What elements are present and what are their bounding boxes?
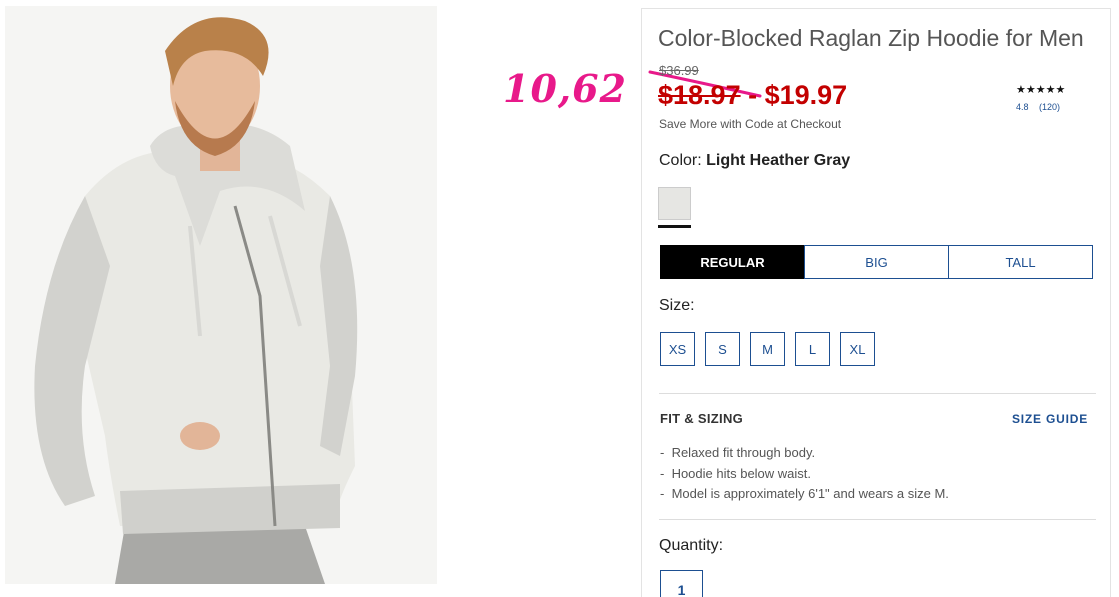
review-count-link[interactable]: (120) (1039, 102, 1060, 112)
sale-price-range: $18.97 - $19.97 (658, 80, 847, 111)
color-label: Color: (659, 152, 707, 169)
list-item: Model is approximately 6'1" and wears a … (660, 484, 949, 505)
list-item: Hoodie hits below waist. (660, 464, 949, 485)
star-rating-icon: ★★★★★ (1016, 84, 1066, 96)
color-swatch[interactable] (658, 187, 691, 220)
size-label: Size: (659, 297, 695, 314)
product-image (5, 6, 437, 584)
size-button-xl[interactable]: XL (840, 332, 875, 366)
color-selection-label: Color: Light Heather Gray (659, 152, 850, 170)
section-divider (659, 519, 1096, 520)
rating-widget[interactable]: ★★★★★ 4.8 (120) (1016, 83, 1086, 112)
tab-tall[interactable]: TALL (948, 245, 1093, 279)
product-title: Color-Blocked Raglan Zip Hoodie for Men (658, 25, 1084, 51)
product-info-panel: Color-Blocked Raglan Zip Hoodie for Men … (641, 8, 1111, 597)
tab-big[interactable]: BIG (804, 245, 949, 279)
fit-type-tabs: REGULAR BIG TALL (660, 245, 1093, 279)
price-separator: - (740, 80, 765, 110)
promo-text: Save More with Code at Checkout (659, 117, 842, 131)
sale-price-low: $18.97 (658, 80, 741, 110)
selected-swatch-indicator (658, 225, 691, 228)
size-button-l[interactable]: L (795, 332, 830, 366)
fit-details-list: Relaxed fit through body. Hoodie hits be… (660, 443, 949, 505)
color-value: Light Heather Gray (706, 152, 851, 169)
list-item: Relaxed fit through body. (660, 443, 949, 464)
sale-price-high: $19.97 (764, 80, 848, 110)
quantity-label: Quantity: (659, 537, 724, 554)
size-button-m[interactable]: M (750, 332, 785, 366)
size-guide-link[interactable]: SIZE GUIDE (1012, 412, 1088, 426)
size-button-xs[interactable]: XS (660, 332, 695, 366)
fit-sizing-heading: FIT & SIZING (660, 411, 744, 426)
size-button-s[interactable]: S (705, 332, 740, 366)
handwritten-price-annotation: 10,62 (503, 66, 627, 111)
section-divider (659, 393, 1096, 394)
rating-value: 4.8 (1016, 102, 1029, 112)
size-options: XS S M L XL (660, 332, 875, 366)
original-price: $36.99 (659, 63, 699, 78)
quantity-select[interactable]: 1 (660, 570, 703, 597)
tab-regular[interactable]: REGULAR (660, 245, 805, 279)
